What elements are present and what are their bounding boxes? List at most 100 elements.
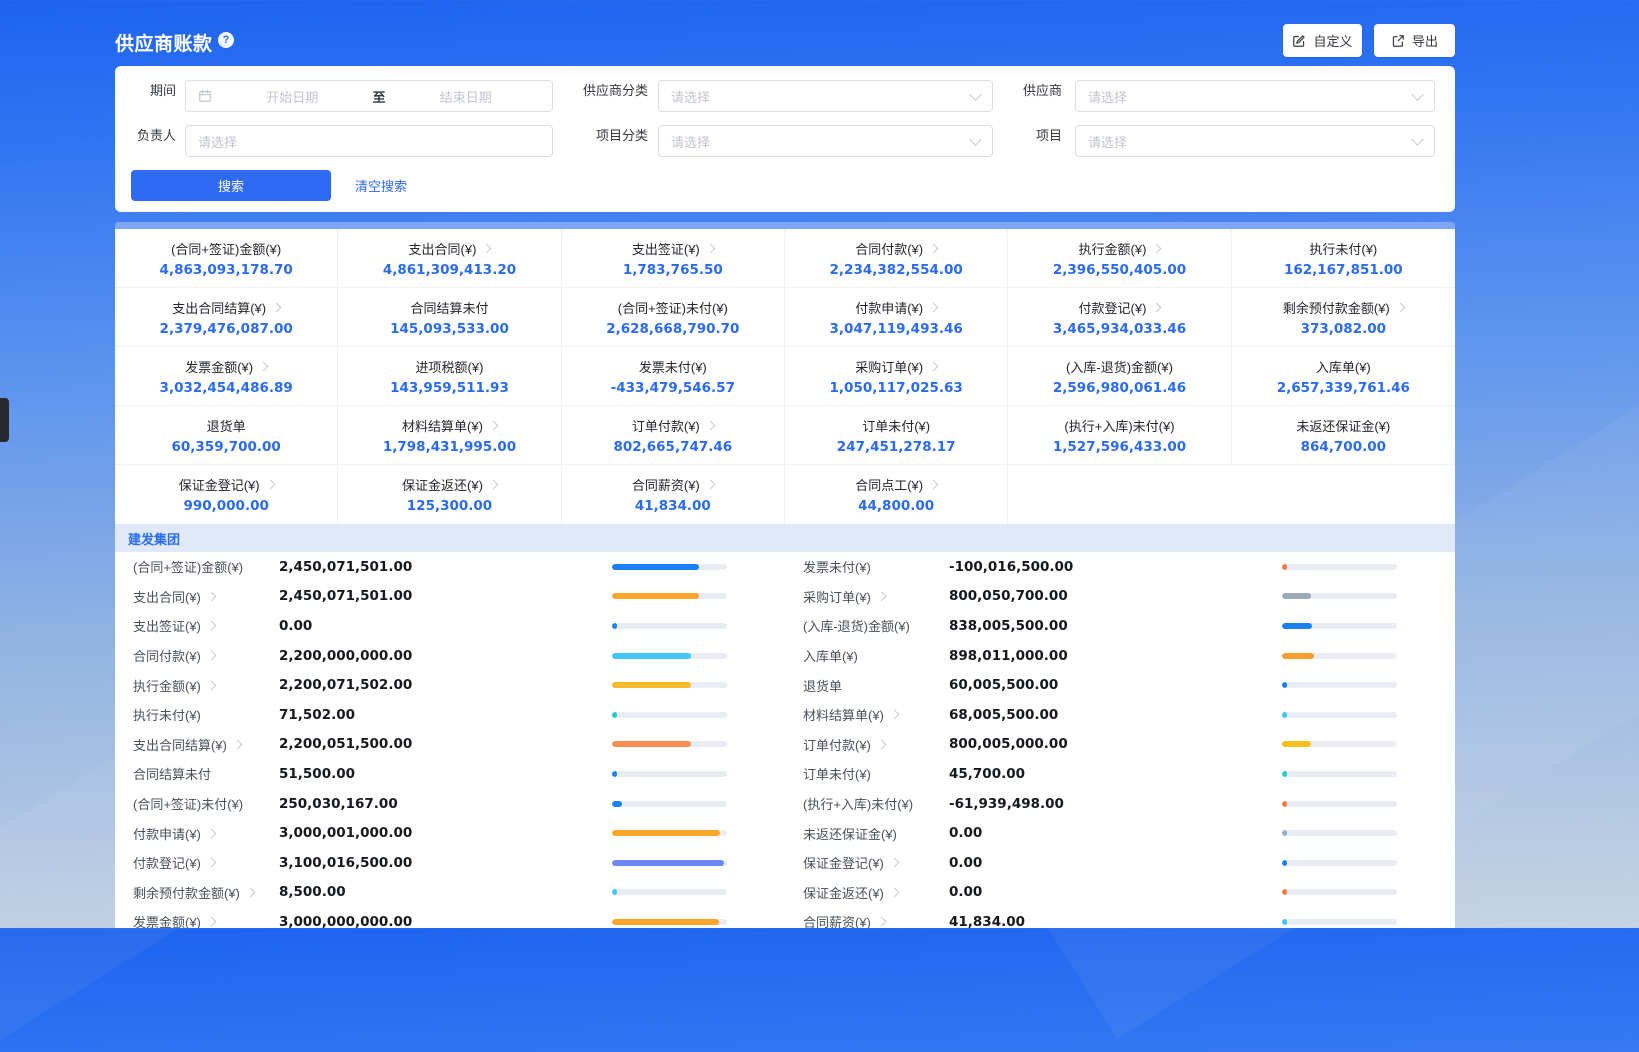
group-metric-row[interactable]: 付款登记(¥)3,100,016,500.00	[115, 848, 785, 878]
summary-cell[interactable]: 采购订单(¥)1,050,117,025.63	[785, 347, 1008, 406]
metric-label: 订单付款(¥)	[803, 735, 949, 754]
group-metric-row[interactable]: 保证金返还(¥)0.00	[785, 878, 1455, 908]
export-button[interactable]: 导出	[1374, 24, 1455, 57]
summary-cell[interactable]: 保证金登记(¥)990,000.00	[115, 465, 338, 524]
summary-cell[interactable]: 支出合同结算(¥)2,379,476,087.00	[115, 288, 338, 347]
metric-label-text: 合同结算未付	[133, 764, 211, 783]
side-drawer-handle[interactable]	[0, 398, 9, 442]
metric-label: 支出合同结算(¥)	[172, 298, 266, 317]
group-metric-row[interactable]: 采购订单(¥)800,050,700.00	[785, 582, 1455, 612]
metric-value: 51,500.00	[279, 766, 612, 782]
group-metric-row[interactable]: 材料结算单(¥)68,005,500.00	[785, 700, 1455, 730]
metric-label-text: 合同付款(¥)	[133, 646, 201, 665]
progress-bar-track	[1282, 653, 1397, 659]
metric-label-row: 采购订单(¥)	[855, 357, 937, 376]
metric-value: 3,000,000,000.00	[279, 914, 612, 928]
export-icon	[1391, 34, 1405, 48]
customize-button-label: 自定义	[1313, 31, 1352, 50]
metric-label-text: 退货单	[803, 676, 842, 695]
chevron-right-icon	[488, 480, 498, 490]
group-metric-row: (合同+签证)未付(¥)250,030,167.00	[115, 789, 785, 819]
metric-value: 800,005,000.00	[949, 736, 1282, 752]
metric-label: 合同付款(¥)	[855, 239, 923, 258]
project-label: 项目	[925, 125, 1062, 157]
metric-value: 898,011,000.00	[949, 648, 1282, 664]
group-name[interactable]: 建发集团	[128, 529, 180, 548]
group-metric-row[interactable]: 支出合同结算(¥)2,200,051,500.00	[115, 730, 785, 760]
summary-cell[interactable]: 付款登记(¥)3,465,934,033.46	[1008, 288, 1231, 347]
summary-cell[interactable]: 合同薪资(¥)41,834.00	[562, 465, 785, 524]
summary-cell[interactable]: 剩余预付款金额(¥)373,082.00	[1232, 288, 1455, 347]
group-metric-row: (执行+入库)未付(¥)-61,939,498.00	[785, 789, 1455, 819]
metric-value: 864,700.00	[1301, 439, 1386, 455]
group-metric-row: 合同结算未付 51,500.00	[115, 759, 785, 789]
metric-value: 247,451,278.17	[837, 439, 956, 455]
metric-label-text: 保证金登记(¥)	[803, 853, 884, 872]
progress-bar-track	[612, 771, 727, 777]
metric-label-row: 合同点工(¥)	[855, 475, 937, 494]
group-metric-row[interactable]: 保证金登记(¥)0.00	[785, 848, 1455, 878]
group-metric-row[interactable]: 合同付款(¥)2,200,000,000.00	[115, 641, 785, 671]
date-range-input[interactable]: 开始日期 至 结束日期	[185, 80, 553, 112]
metric-label-text: 付款申请(¥)	[133, 824, 201, 843]
summary-cell[interactable]: 支出签证(¥)1,783,765.50	[562, 229, 785, 288]
group-metric-row[interactable]: 支出合同(¥)2,450,071,501.00	[115, 582, 785, 612]
chevron-right-icon	[206, 917, 216, 927]
progress-bar-track	[1282, 593, 1397, 599]
progress-bar-fill	[612, 623, 617, 629]
metric-label-row: (入库-退货)金额(¥)	[1066, 357, 1173, 376]
summary-cell[interactable]: 支出合同(¥)4,861,309,413.20	[338, 229, 561, 288]
chevron-down-icon	[1411, 133, 1424, 146]
metric-value: 838,005,500.00	[949, 618, 1282, 634]
summary-cell[interactable]: 材料结算单(¥)1,798,431,995.00	[338, 406, 561, 465]
search-button[interactable]: 搜索	[131, 170, 331, 201]
group-metric-row[interactable]: 执行金额(¥)2,200,071,502.00	[115, 670, 785, 700]
metric-value: 2,200,071,502.00	[279, 677, 612, 693]
group-metric-row[interactable]: 订单付款(¥)800,005,000.00	[785, 730, 1455, 760]
group-metric-row: 订单未付(¥)45,700.00	[785, 759, 1455, 789]
progress-bar-fill	[1282, 623, 1312, 629]
metric-value: 3,100,016,500.00	[279, 855, 612, 871]
help-icon[interactable]	[218, 32, 234, 48]
summary-cell[interactable]: 合同付款(¥)2,234,382,554.00	[785, 229, 1008, 288]
supplier-select[interactable]: 请选择	[1075, 80, 1435, 112]
page-title: 供应商账款	[115, 29, 213, 56]
progress-bar-fill	[612, 830, 720, 836]
metric-label: 付款登记(¥)	[133, 853, 279, 872]
summary-cell[interactable]: 发票金额(¥)3,032,454,486.89	[115, 347, 338, 406]
chevron-right-icon	[206, 591, 216, 601]
metric-label-row: 退货单	[207, 416, 246, 435]
project-select[interactable]: 请选择	[1075, 125, 1435, 157]
progress-bar-fill	[612, 860, 724, 866]
metric-label-text: 采购订单(¥)	[803, 587, 871, 606]
summary-cell[interactable]: 订单付款(¥)802,665,747.46	[562, 406, 785, 465]
clear-search-link[interactable]: 清空搜索	[355, 170, 407, 201]
metric-label-row: (合同+签证)金额(¥)	[171, 239, 281, 258]
customize-button[interactable]: 自定义	[1283, 24, 1362, 57]
metric-label-text: (入库-退货)金额(¥)	[803, 616, 910, 635]
summary-cell[interactable]: 合同点工(¥)44,800.00	[785, 465, 1008, 524]
metric-label: 剩余预付款金额(¥)	[133, 883, 279, 902]
chevron-right-icon	[929, 361, 939, 371]
summary-cell: 发票未付(¥)-433,479,546.57	[562, 347, 785, 406]
group-metric-row[interactable]: 支出签证(¥)0.00	[115, 611, 785, 641]
manager-select[interactable]: 请选择	[185, 125, 553, 157]
summary-cell[interactable]: 保证金返还(¥)125,300.00	[338, 465, 561, 524]
chevron-right-icon	[929, 480, 939, 490]
summary-cell: 入库单(¥)2,657,339,761.46	[1232, 347, 1455, 406]
summary-cell: 合同结算未付145,093,533.00	[338, 288, 561, 347]
metric-value: 145,093,533.00	[390, 321, 509, 337]
metric-label: 发票未付(¥)	[803, 557, 949, 576]
group-metric-row[interactable]: 合同薪资(¥)41,834.00	[785, 907, 1455, 928]
metric-label: 材料结算单(¥)	[402, 416, 483, 435]
group-metric-row[interactable]: 付款申请(¥)3,000,001,000.00	[115, 818, 785, 848]
chevron-right-icon	[206, 828, 216, 838]
metric-label: (合同+签证)金额(¥)	[133, 557, 279, 576]
metric-value: 8,500.00	[279, 884, 612, 900]
group-metric-row[interactable]: 剩余预付款金额(¥)8,500.00	[115, 878, 785, 908]
group-metric-row[interactable]: 发票金额(¥)3,000,000,000.00	[115, 907, 785, 928]
summary-cell[interactable]: 付款申请(¥)3,047,119,493.46	[785, 288, 1008, 347]
summary-cell: (合同+签证)金额(¥)4,863,093,178.70	[115, 229, 338, 288]
summary-cell[interactable]: 执行金额(¥)2,396,550,405.00	[1008, 229, 1231, 288]
progress-bar-fill	[1282, 771, 1287, 777]
